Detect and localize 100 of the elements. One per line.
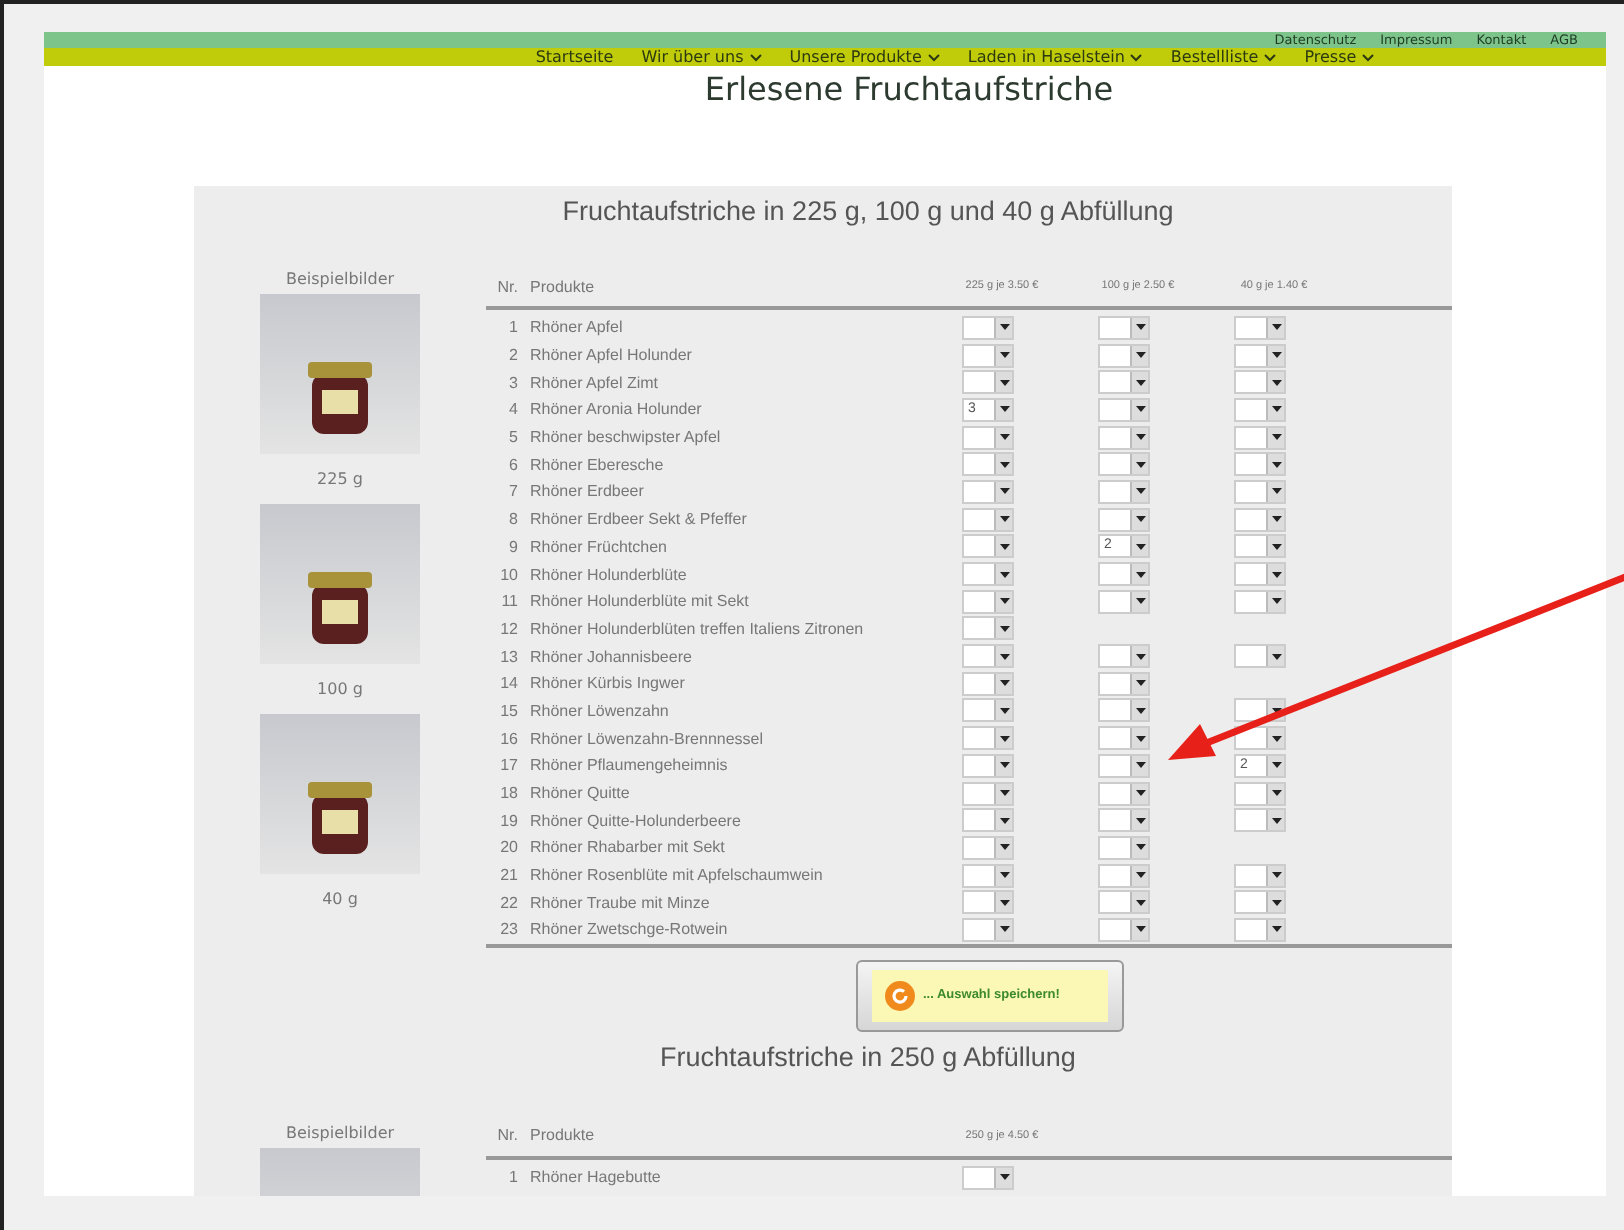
quantity-select[interactable] xyxy=(1234,479,1286,504)
quantity-select[interactable] xyxy=(1098,479,1150,504)
quantity-select[interactable] xyxy=(1234,370,1286,395)
row-number: 12 xyxy=(498,619,520,638)
quantity-select[interactable] xyxy=(1098,644,1150,669)
quantity-select[interactable] xyxy=(1234,534,1286,559)
dropdown-arrow-icon xyxy=(1135,707,1145,714)
product-name: Rhöner Rhabarber mit Sekt xyxy=(530,838,727,857)
quantity-select[interactable] xyxy=(1234,917,1286,942)
dropdown-arrow-icon xyxy=(999,598,1009,605)
quantity-select[interactable] xyxy=(1098,589,1150,614)
product-name: Rhöner Früchtchen xyxy=(530,537,669,556)
quantity-select[interactable] xyxy=(962,315,1014,340)
quantity-select[interactable] xyxy=(1234,315,1286,340)
quantity-select[interactable] xyxy=(1234,890,1286,915)
quantity-select[interactable] xyxy=(1234,863,1286,888)
nav-link[interactable]: Wir über uns xyxy=(641,48,762,66)
quantity-select[interactable] xyxy=(1098,425,1150,450)
dropdown-arrow-icon xyxy=(1135,488,1145,495)
quantity-select[interactable] xyxy=(962,753,1014,778)
row-number: 1 xyxy=(507,318,520,337)
quantity-select[interactable] xyxy=(962,1165,1014,1190)
nav-link[interactable]: Laden in Haselstein xyxy=(967,48,1143,66)
quantity-select[interactable] xyxy=(1234,562,1286,587)
quantity-select[interactable] xyxy=(962,644,1014,669)
quantity-select[interactable] xyxy=(1098,917,1150,942)
quantity-select[interactable] xyxy=(962,507,1014,532)
dropdown-arrow-icon xyxy=(1135,790,1145,797)
dropdown-arrow-icon xyxy=(1271,516,1281,523)
quantity-select[interactable] xyxy=(1098,562,1150,587)
column-header: Produkte xyxy=(530,1126,597,1145)
quantity-select[interactable] xyxy=(962,562,1014,587)
quantity-select[interactable] xyxy=(962,479,1014,504)
quantity-select[interactable] xyxy=(962,616,1014,641)
dropdown-arrow-icon xyxy=(999,762,1009,769)
quantity-select[interactable] xyxy=(1098,315,1150,340)
quantity-select[interactable] xyxy=(962,452,1014,477)
column-header: Produkte xyxy=(530,277,597,295)
dropdown-arrow-icon xyxy=(999,872,1009,879)
quantity-select[interactable] xyxy=(1234,644,1286,669)
quantity-select[interactable] xyxy=(1234,425,1286,450)
product-name: Rhöner Holunderblüte mit Sekt xyxy=(530,592,751,611)
quantity-select[interactable] xyxy=(1098,698,1150,723)
quantity-select[interactable] xyxy=(1234,397,1286,422)
quantity-select[interactable] xyxy=(962,534,1014,559)
dropdown-arrow-icon xyxy=(999,488,1009,495)
quantity-select[interactable] xyxy=(1098,507,1150,532)
quantity-select[interactable] xyxy=(962,671,1014,696)
quantity-select[interactable] xyxy=(962,808,1014,833)
quantity-select[interactable] xyxy=(1234,808,1286,833)
quantity-select[interactable] xyxy=(1098,452,1150,477)
quantity-select[interactable] xyxy=(962,835,1014,860)
dropdown-arrow-icon xyxy=(999,1174,1009,1181)
dropdown-arrow-icon xyxy=(999,406,1009,413)
section-heading: Fruchtaufstriche in 250 g Abfüllung xyxy=(658,1039,1078,1072)
quantity-select[interactable] xyxy=(1234,726,1286,751)
quantity-select[interactable] xyxy=(962,370,1014,395)
quantity-select[interactable] xyxy=(962,917,1014,942)
quantity-select[interactable] xyxy=(1234,507,1286,532)
quantity-select[interactable] xyxy=(1098,671,1150,696)
quantity-select[interactable] xyxy=(962,698,1014,723)
quantity-select[interactable] xyxy=(962,781,1014,806)
dropdown-arrow-icon xyxy=(1271,899,1281,906)
quantity-select[interactable] xyxy=(1098,753,1150,778)
quantity-select[interactable] xyxy=(962,726,1014,751)
quantity-select[interactable] xyxy=(1234,343,1286,368)
quantity-select[interactable] xyxy=(1234,781,1286,806)
quantity-select[interactable] xyxy=(1098,781,1150,806)
quantity-select[interactable] xyxy=(962,343,1014,368)
dropdown-arrow-icon xyxy=(1271,707,1281,714)
quantity-select[interactable] xyxy=(1098,808,1150,833)
quantity-select[interactable] xyxy=(1234,452,1286,477)
row-number: 16 xyxy=(498,729,520,748)
nav-link[interactable]: Bestellliste xyxy=(1170,48,1277,66)
quantity-select[interactable] xyxy=(1098,890,1150,915)
row-number: 20 xyxy=(498,838,520,857)
row-number: 13 xyxy=(498,647,520,666)
dropdown-arrow-icon xyxy=(1271,488,1281,495)
nav-link[interactable]: Presse xyxy=(1304,48,1375,66)
nav-link[interactable]: Startseite xyxy=(535,48,614,66)
dropdown-arrow-icon xyxy=(1271,735,1281,742)
quantity-select[interactable] xyxy=(962,425,1014,450)
row-number: 4 xyxy=(507,400,520,419)
quantity-select[interactable] xyxy=(1098,370,1150,395)
dropdown-arrow-icon xyxy=(1135,352,1145,359)
nav-link[interactable]: Unsere Produkte xyxy=(789,48,940,66)
quantity-select[interactable] xyxy=(1234,589,1286,614)
quantity-select[interactable] xyxy=(1098,835,1150,860)
quantity-select[interactable] xyxy=(962,863,1014,888)
dropdown-arrow-icon xyxy=(1271,406,1281,413)
quantity-select[interactable] xyxy=(962,589,1014,614)
quantity-select[interactable] xyxy=(1098,343,1150,368)
section-heading: Fruchtaufstriche in 225 g, 100 g und 40 g Abfüllung xyxy=(560,194,1176,226)
quantity-select[interactable] xyxy=(1098,863,1150,888)
row-number: 6 xyxy=(507,455,520,474)
quantity-select[interactable] xyxy=(962,890,1014,915)
dropdown-arrow-icon xyxy=(1135,817,1145,824)
quantity-select[interactable] xyxy=(1098,397,1150,422)
quantity-select[interactable] xyxy=(1098,726,1150,751)
dropdown-arrow-icon xyxy=(1135,926,1145,933)
